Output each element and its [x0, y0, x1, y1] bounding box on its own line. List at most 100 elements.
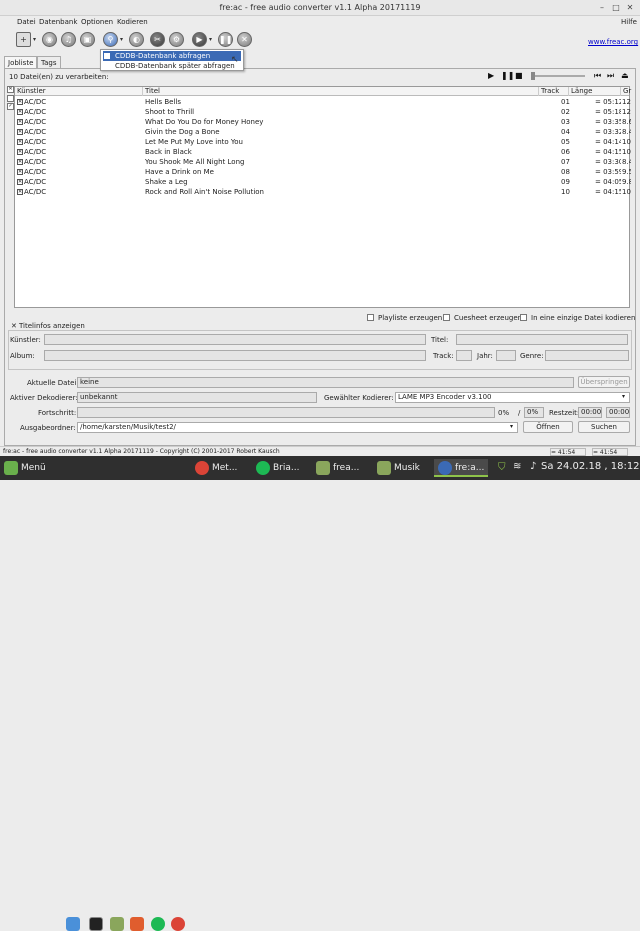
remove-icon[interactable]: ♫	[61, 32, 76, 47]
table-row[interactable]: ✕ AC/DC What Do You Do for Money Honey 03 = …	[15, 117, 631, 127]
taskbar-item-musik[interactable]: Musik	[377, 459, 420, 477]
menu-options[interactable]: Optionen	[81, 18, 113, 26]
cddb-query-icon[interactable]: ⚲	[103, 32, 118, 47]
firefox-icon[interactable]	[130, 917, 144, 931]
genre-select[interactable]	[545, 350, 629, 361]
close-button[interactable]: ✕	[625, 3, 635, 13]
row-checkbox[interactable]: ✕	[17, 119, 23, 125]
chevron-down-icon[interactable]: ▾	[120, 36, 123, 43]
titleinfo-toggle[interactable]: Titelinfos anzeigen	[19, 322, 85, 330]
shield-icon[interactable]: ⛉	[498, 462, 506, 473]
encoder-select[interactable]: LAME MP3 Encoder v3.100	[395, 392, 630, 403]
playlist-checkbox[interactable]	[367, 314, 374, 321]
taskbar-item-met[interactable]: Met...	[195, 459, 237, 477]
row-checkbox[interactable]: ✕	[17, 149, 23, 155]
title-field[interactable]	[456, 334, 628, 345]
taskbar-item-freac-active[interactable]: fre:a...	[434, 459, 489, 477]
slider-handle[interactable]	[531, 72, 535, 80]
cell-track: 09	[561, 178, 570, 186]
column-track[interactable]: Track	[539, 87, 569, 96]
stop-icon[interactable]: ✕	[237, 32, 252, 47]
menu-item-cddb-query[interactable]: CDDB-Datenbank abfragen	[103, 51, 241, 61]
taskbar-item-bria[interactable]: Bria...	[256, 459, 299, 477]
taskbar-item-frea[interactable]: frea...	[316, 459, 359, 477]
start-encoding-icon[interactable]: ▶	[192, 32, 207, 47]
table-row[interactable]: ✕ AC/DC You Shook Me All Night Long 07 = 03:…	[15, 157, 631, 167]
start-menu-button[interactable]: Menü	[4, 459, 46, 477]
stop-icon[interactable]: ■	[515, 71, 523, 80]
row-checkbox[interactable]: ✕	[17, 189, 23, 195]
add-cd-icon[interactable]: ◉	[42, 32, 57, 47]
playback-slider[interactable]	[531, 75, 585, 77]
terminal-icon[interactable]	[89, 917, 103, 931]
pause-icon[interactable]: ❚❚	[218, 32, 233, 47]
minimize-button[interactable]: –	[597, 3, 607, 13]
previous-track-icon[interactable]: ⏮	[594, 71, 601, 81]
table-row[interactable]: ✕ AC/DC Back in Black 06 = 04:15 10	[15, 147, 631, 157]
wifi-icon[interactable]: ≋	[513, 461, 521, 472]
menu-help[interactable]: Hilfe	[621, 18, 637, 26]
menu-item-cddb-query-later[interactable]: CDDB-Datenbank später abfragen	[103, 61, 241, 71]
table-row[interactable]: ✕ AC/DC Rock and Roll Ain't Noise Pollutio…	[15, 187, 631, 197]
spotify-icon[interactable]	[151, 917, 165, 931]
row-checkbox[interactable]: ✕	[17, 179, 23, 185]
single-file-checkbox[interactable]	[520, 314, 527, 321]
column-artist[interactable]: Künstler	[15, 87, 143, 96]
table-row[interactable]: ✕ AC/DC Let Me Put My Love into You 05 = 04:…	[15, 137, 631, 147]
chevron-down-icon[interactable]: ▾	[622, 393, 625, 400]
chevron-down-icon[interactable]: ▾	[209, 36, 212, 43]
row-checkbox[interactable]: ✕	[17, 129, 23, 135]
column-size[interactable]: Gr	[621, 87, 633, 96]
chrome-icon[interactable]	[171, 917, 185, 931]
chevron-down-icon[interactable]: ▾	[33, 36, 36, 43]
select-all-checkbox[interactable]: ✕	[7, 86, 14, 93]
maximize-button[interactable]: □	[611, 3, 621, 13]
cell-size: 9.5	[622, 168, 631, 176]
row-checkbox[interactable]: ✕	[17, 169, 23, 175]
music-note-icon[interactable]: ♪	[530, 461, 536, 472]
row-checkbox[interactable]: ✕	[17, 109, 23, 115]
next-track-icon[interactable]: ⏭	[607, 71, 614, 81]
eject-icon[interactable]: ⏏	[621, 71, 629, 80]
expand-icon[interactable]: ✕	[11, 322, 17, 330]
skip-button[interactable]: Überspringen	[578, 376, 630, 388]
table-row[interactable]: ✕ AC/DC Shake a Leg 09 = 04:05 9.8	[15, 177, 631, 187]
tab-joblist[interactable]: Jobliste	[4, 56, 38, 68]
config-icon[interactable]: ✂	[150, 32, 165, 47]
browse-button[interactable]: Suchen	[578, 421, 630, 433]
cddb-submit-icon[interactable]: ◐	[129, 32, 144, 47]
select-none-checkbox[interactable]	[7, 95, 14, 102]
track-field[interactable]	[456, 350, 472, 361]
play-icon[interactable]: ▶	[488, 71, 494, 80]
cuesheet-checkbox[interactable]	[443, 314, 450, 321]
open-button[interactable]: Öffnen	[523, 421, 573, 433]
album-field[interactable]	[44, 350, 426, 361]
tab-tags[interactable]: Tags	[37, 56, 61, 68]
add-files-icon[interactable]: +	[16, 32, 31, 47]
output-folder-field[interactable]: /home/karsten/Musik/test2/	[77, 422, 518, 433]
table-row[interactable]: ✕ AC/DC Givin the Dog a Bone 04 = 03:32 8.4	[15, 127, 631, 137]
table-row[interactable]: ✕ AC/DC Shoot to Thrill 02 = 05:18 12	[15, 107, 631, 117]
table-row[interactable]: ✕ AC/DC Have a Drink on Me 08 = 03:59 9.5	[15, 167, 631, 177]
gear-icon[interactable]: ⚙	[169, 32, 184, 47]
row-checkbox[interactable]: ✕	[17, 99, 23, 105]
clear-list-icon[interactable]: ▣	[80, 32, 95, 47]
folder-icon[interactable]	[110, 917, 124, 931]
taskbar-item-label: Met...	[212, 463, 238, 473]
column-length[interactable]: Länge	[569, 87, 621, 96]
year-field[interactable]	[496, 350, 516, 361]
artist-field[interactable]	[44, 334, 426, 345]
show-desktop-icon[interactable]	[66, 917, 80, 931]
chevron-down-icon[interactable]: ▾	[510, 423, 513, 430]
clock-label[interactable]: Sa 24.02.18 , 18:12	[541, 461, 640, 472]
menu-database[interactable]: Datenbank	[39, 18, 77, 26]
menu-encode[interactable]: Kodieren	[117, 18, 148, 26]
table-row[interactable]: ✕ AC/DC Hells Bells 01 = 05:12 12	[15, 97, 631, 107]
menu-file[interactable]: Datei	[17, 18, 36, 26]
row-checkbox[interactable]: ✕	[17, 139, 23, 145]
row-checkbox[interactable]: ✕	[17, 159, 23, 165]
toggle-selection-checkbox[interactable]: ✓	[7, 103, 14, 110]
pause-icon[interactable]: ❚❚	[501, 71, 514, 80]
column-title[interactable]: Titel	[143, 87, 539, 96]
freac-website-link[interactable]: www.freac.org	[588, 38, 638, 46]
